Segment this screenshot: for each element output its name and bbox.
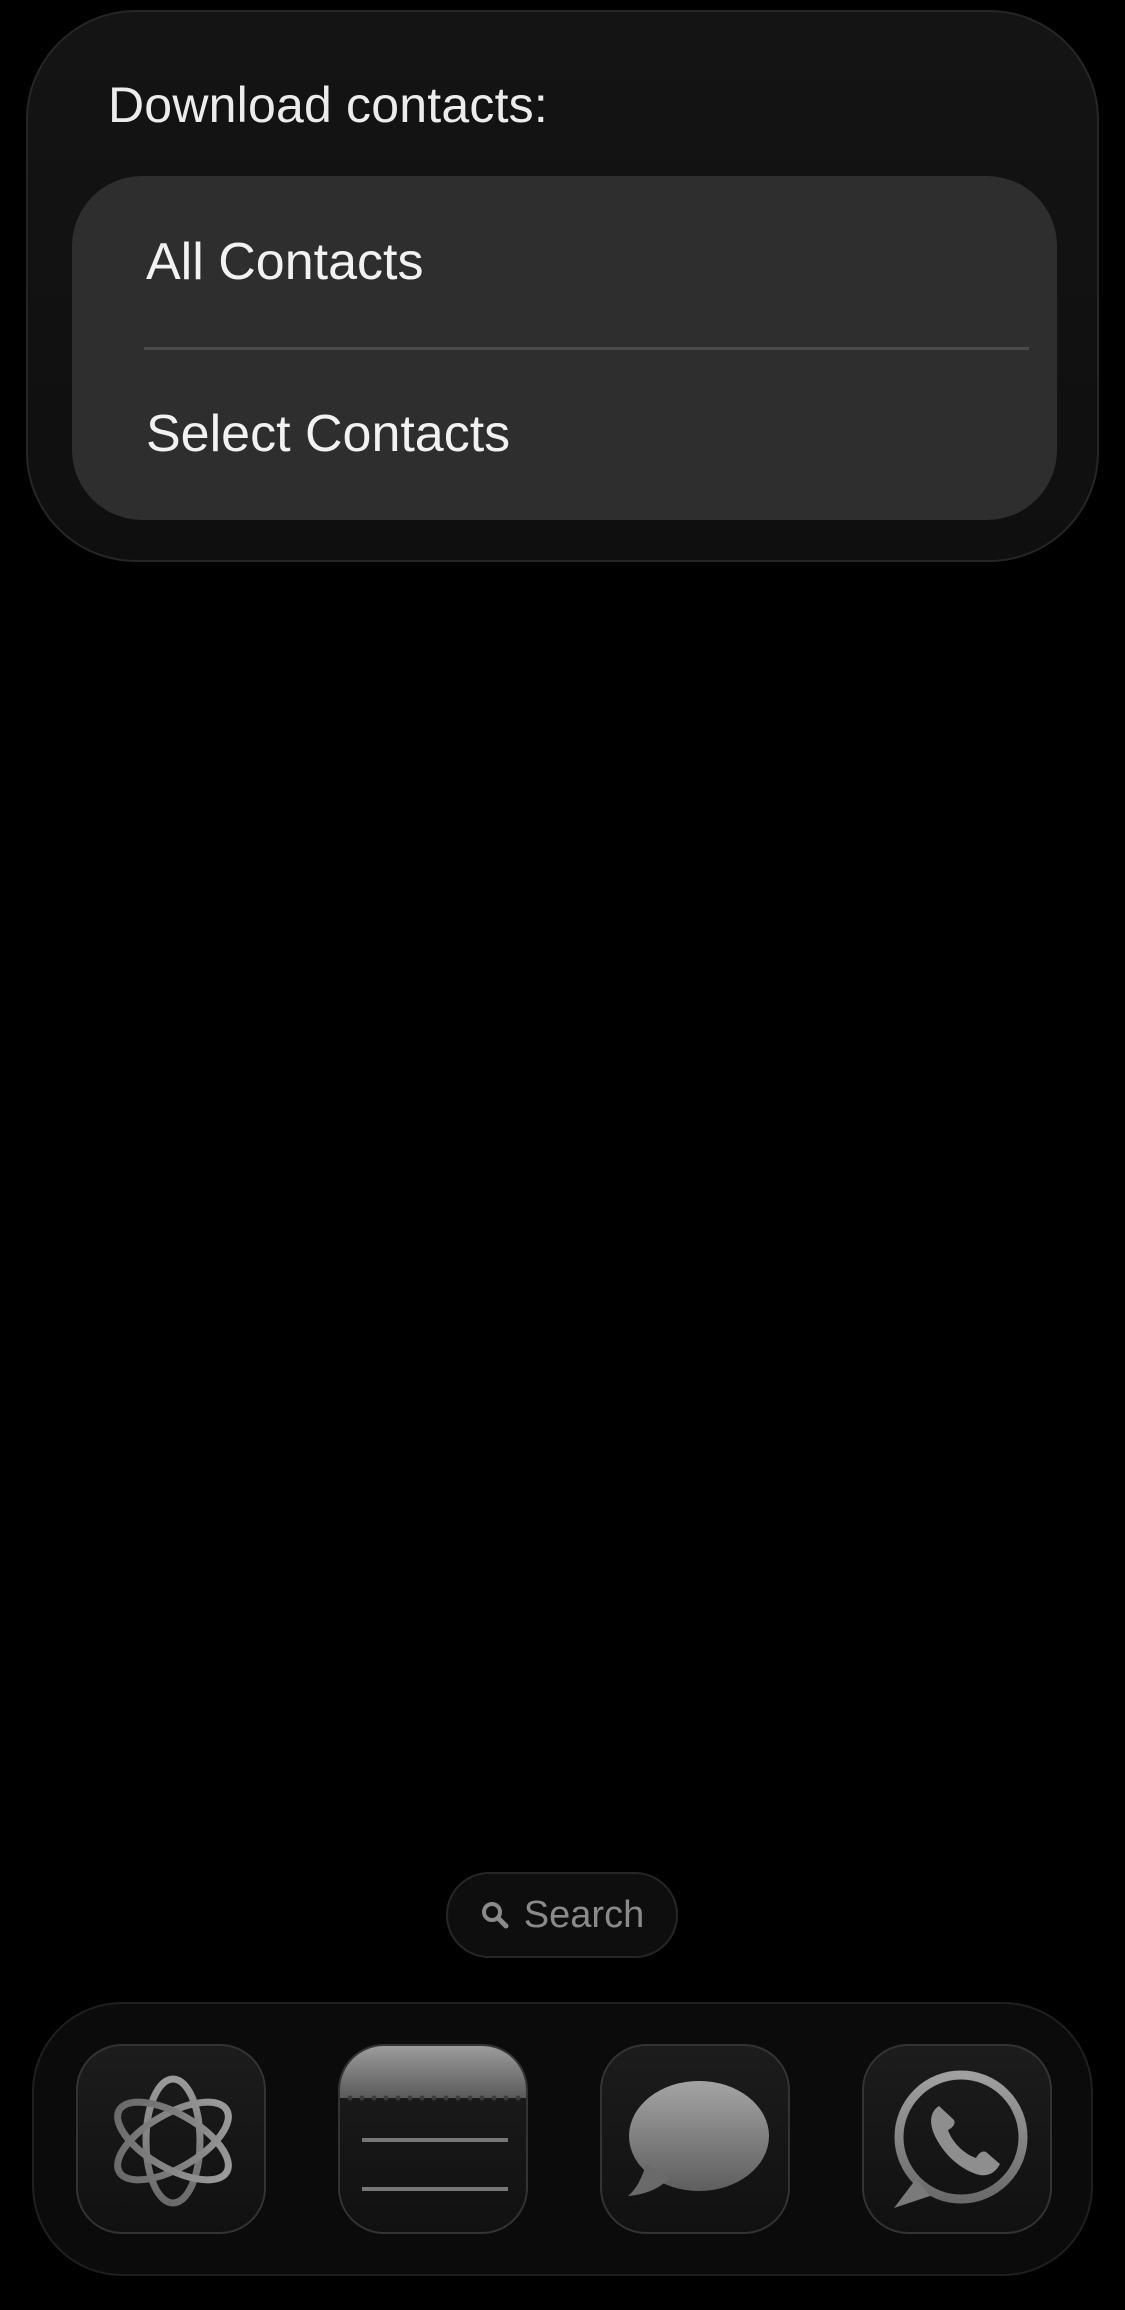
whatsapp-app-icon[interactable] xyxy=(862,2044,1052,2234)
app-dock xyxy=(32,2002,1093,2276)
messages-app-icon[interactable] xyxy=(600,2044,790,2234)
options-panel: All Contacts Select Contacts xyxy=(72,176,1057,520)
notes-app-icon[interactable] xyxy=(338,2044,528,2234)
select-contacts-label: Select Contacts xyxy=(146,405,511,463)
chatgpt-app-icon[interactable] xyxy=(76,2044,266,2234)
search-label: Search xyxy=(523,1893,645,1936)
download-contacts-menu: Download contacts: All Contacts Select C… xyxy=(26,10,1099,562)
magnifying-glass-icon xyxy=(480,1900,510,1930)
all-contacts-label: All Contacts xyxy=(146,233,424,291)
home-search-button[interactable]: Search xyxy=(446,1872,678,1958)
menu-title: Download contacts: xyxy=(108,77,548,133)
all-contacts-option[interactable]: All Contacts xyxy=(72,176,1057,348)
select-contacts-option[interactable]: Select Contacts xyxy=(72,348,1057,520)
